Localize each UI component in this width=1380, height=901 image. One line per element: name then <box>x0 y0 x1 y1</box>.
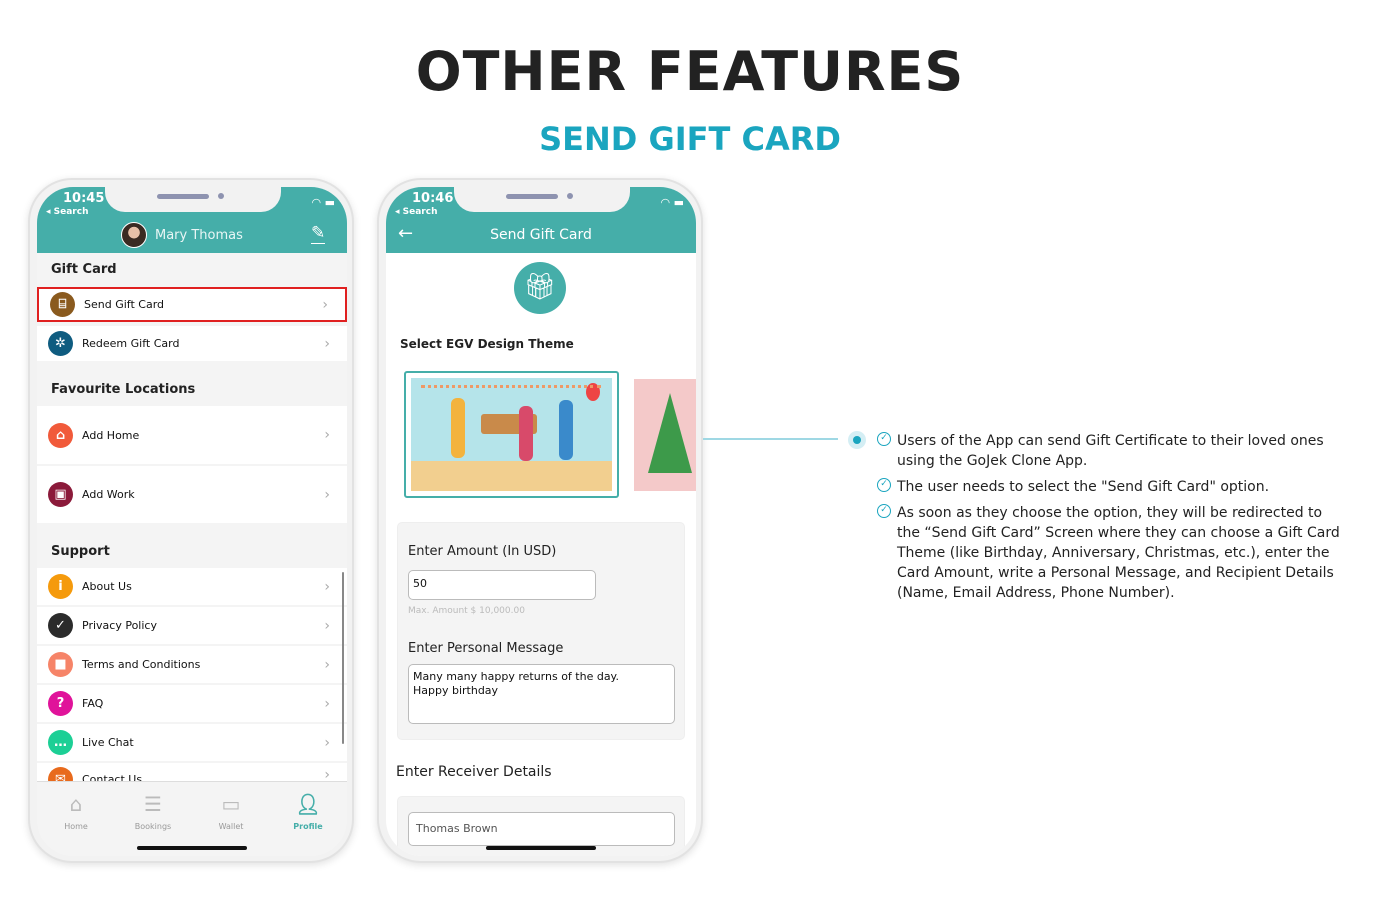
receiver-label: Enter Receiver Details <box>396 764 552 780</box>
tab-bookings[interactable]: ☰ Bookings <box>114 792 192 831</box>
bullet-text: The user needs to select the "Send Gift … <box>897 479 1270 495</box>
faq-item[interactable]: ? FAQ › <box>37 685 347 722</box>
check-circle-icon: ✓ <box>877 478 891 492</box>
status-time: 10:45 <box>63 191 105 206</box>
back-to-search[interactable]: ◂ Search <box>395 207 438 217</box>
feature-bullet: ✓ As soon as they choose the option, they… <box>877 503 1347 603</box>
privacy-icon: ✓ <box>48 613 73 638</box>
item-label: Add Home <box>82 428 140 442</box>
item-label: Privacy Policy <box>82 619 157 632</box>
screen-title: Send Gift Card <box>490 227 592 243</box>
item-label: Add Work <box>82 488 135 501</box>
feature-bullet: ✓ Users of the App can send Gift Certific… <box>877 431 1347 471</box>
wallet-icon: ▭ <box>221 792 241 816</box>
chevron-right-icon: › <box>324 335 330 352</box>
item-label: Live Chat <box>82 736 134 749</box>
notch <box>105 187 281 212</box>
work-pin-icon: ▣ <box>48 482 73 507</box>
wifi-battery-icon: ◠ ▬ <box>311 196 336 209</box>
bullet-text: As soon as they choose the option, they … <box>897 505 1340 601</box>
receiver-name-input[interactable]: Thomas Brown <box>408 812 675 846</box>
lock-icon: ■ <box>48 652 73 677</box>
profile-icon: 👤︎ <box>295 792 321 816</box>
feature-bullet: ✓ The user needs to select the "Send Gift… <box>877 477 1347 497</box>
scrollbar[interactable] <box>342 572 344 744</box>
phone-profile: 10:45 ◂ Search ◠ ▬ Mary Thomas ✎ Gift Ca… <box>28 178 354 863</box>
back-to-search[interactable]: ◂ Search <box>46 207 89 217</box>
tab-profile[interactable]: 👤︎ Profile <box>269 792 347 831</box>
redeem-icon: ✲ <box>48 331 73 356</box>
live-chat-item[interactable]: … Live Chat › <box>37 724 347 761</box>
birthday-illustration <box>411 378 612 491</box>
check-circle-icon: ✓ <box>877 432 891 446</box>
home-indicator <box>137 846 247 850</box>
tab-wallet[interactable]: ▭ Wallet <box>192 792 270 831</box>
phone-send-gift-card: 10:46 ◂ Search ◠ ▬ ← Send Gift Card 🎁︎ S… <box>377 178 703 863</box>
tab-label: Wallet <box>218 822 244 831</box>
gift-icon: ⌸ <box>50 292 75 317</box>
home-indicator <box>486 846 596 850</box>
wifi-battery-icon: ◠ ▬ <box>660 196 685 209</box>
chevron-right-icon: › <box>324 486 330 503</box>
item-label: Send Gift Card <box>84 298 165 311</box>
amount-input[interactable]: 50 <box>408 570 596 600</box>
bottom-tab-bar: ⌂ Home ☰ Bookings ▭ Wallet 👤︎ Profile <box>37 781 347 856</box>
section-favourite-locations: Favourite Locations <box>51 382 196 397</box>
add-work-item[interactable]: ▣ Add Work › <box>37 466 347 523</box>
message-label: Enter Personal Message <box>408 641 564 656</box>
amount-label: Enter Amount (In USD) <box>408 544 557 559</box>
connector-line <box>703 438 838 440</box>
chat-icon: … <box>48 730 73 755</box>
amount-hint: Max. Amount $ 10,000.00 <box>408 606 525 616</box>
tab-label: Home <box>64 822 88 831</box>
chevron-right-icon: › <box>324 578 330 595</box>
home-icon: ⌂ <box>69 792 83 816</box>
pencil-icon[interactable]: ✎ <box>311 223 326 244</box>
bookings-icon: ☰ <box>144 792 162 816</box>
question-icon: ? <box>48 691 73 716</box>
chevron-right-icon: › <box>324 695 330 712</box>
avatar[interactable] <box>121 222 147 248</box>
home-pin-icon: ⌂ <box>48 422 73 448</box>
info-icon: i <box>48 574 73 599</box>
theme-label: Select EGV Design Theme <box>400 337 574 351</box>
user-name: Mary Thomas <box>155 228 243 243</box>
notch <box>454 187 630 212</box>
chevron-right-icon: › <box>322 296 328 313</box>
terms-item[interactable]: ■ Terms and Conditions › <box>37 646 347 683</box>
send-gift-card-item[interactable]: ⌸ Send Gift Card › <box>37 287 347 322</box>
section-gift-card: Gift Card <box>51 262 117 277</box>
item-label: About Us <box>82 580 132 593</box>
bullet-text: Users of the App can send Gift Certifica… <box>897 433 1324 469</box>
item-label: Terms and Conditions <box>82 658 201 671</box>
theme-card-christmas[interactable] <box>634 379 696 491</box>
tab-label: Profile <box>293 822 323 831</box>
profile-screen: 10:45 ◂ Search ◠ ▬ Mary Thomas ✎ Gift Ca… <box>37 187 347 856</box>
tab-label: Bookings <box>134 822 172 831</box>
amount-message-panel: Enter Amount (In USD) 50 Max. Amount $ 1… <box>397 522 685 740</box>
status-time: 10:46 <box>412 191 454 206</box>
tab-home[interactable]: ⌂ Home <box>37 792 115 831</box>
gift-icon: 🎁︎ <box>514 262 566 314</box>
section-support: Support <box>51 544 110 559</box>
chevron-right-icon: › <box>324 656 330 673</box>
chevron-right-icon: › <box>324 617 330 634</box>
item-label: Redeem Gift Card <box>82 337 180 350</box>
privacy-policy-item[interactable]: ✓ Privacy Policy › <box>37 607 347 644</box>
chevron-right-icon: › <box>324 427 330 443</box>
item-label: FAQ <box>82 697 104 710</box>
redeem-gift-card-item[interactable]: ✲ Redeem Gift Card › <box>37 326 347 361</box>
theme-card-birthday[interactable] <box>404 371 619 498</box>
page-title: OTHER FEATURES <box>415 40 965 103</box>
christmas-tree-illustration <box>648 393 692 473</box>
page-subtitle: SEND GIFT CARD <box>539 120 841 158</box>
add-home-item[interactable]: ⌂ Add Home › <box>37 406 347 464</box>
about-us-item[interactable]: i About Us › <box>37 568 347 605</box>
send-gift-card-screen: 10:46 ◂ Search ◠ ▬ ← Send Gift Card 🎁︎ S… <box>386 187 696 856</box>
check-circle-icon: ✓ <box>877 504 891 518</box>
chevron-right-icon: › <box>324 734 330 751</box>
message-textarea[interactable]: Many many happy returns of the day. Happ… <box>408 664 675 724</box>
connector-dot <box>848 431 866 449</box>
